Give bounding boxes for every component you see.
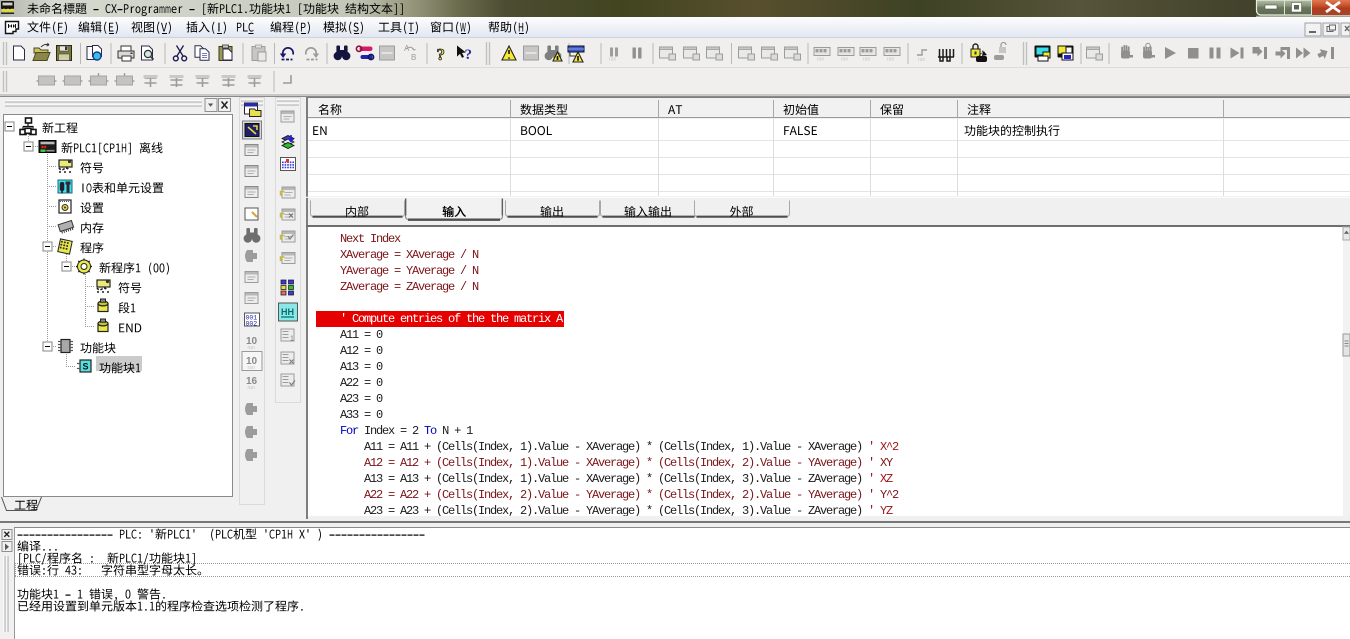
svg-text:ran: ran [841,57,848,63]
svg-text:B: B [411,53,416,62]
svg-text:?: ? [465,47,473,63]
svg-text:1: 1 [290,336,294,343]
svg-text:ran: ran [817,57,824,63]
svg-text:?: ? [437,45,446,64]
svg-text:ran: ran [248,385,255,391]
svg-text:ran: ran [609,57,616,63]
svg-text:HH: HH [281,307,294,317]
svg-text:002: 002 [246,321,258,328]
svg-text:ran: ran [248,345,255,351]
svg-text:ran: ran [918,57,925,63]
svg-text:S: S [83,361,89,371]
svg-text:ran: ran [887,57,894,63]
svg-text:ran: ran [248,365,255,371]
svg-text:ran: ran [863,57,870,63]
